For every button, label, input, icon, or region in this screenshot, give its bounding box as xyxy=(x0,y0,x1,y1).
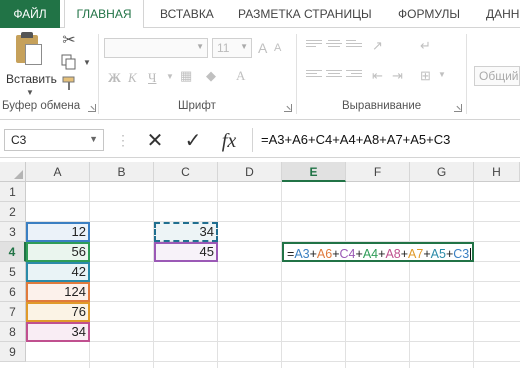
chevron-down-icon: ▼ xyxy=(26,88,34,97)
number-format-select[interactable]: Общий xyxy=(474,66,520,86)
tab-formulas[interactable]: ФОРМУЛЫ xyxy=(398,0,460,28)
row-header-9[interactable]: 9 xyxy=(0,342,26,362)
copy-dropdown-icon[interactable]: ▼ xyxy=(78,54,96,72)
cell-a8[interactable]: 34 xyxy=(26,322,90,342)
chevron-down-icon: ▼ xyxy=(196,42,204,51)
font-color-icon[interactable]: A xyxy=(236,68,245,84)
increase-font-size-button[interactable]: A xyxy=(258,40,267,56)
font-name-select[interactable]: ▼ xyxy=(104,38,208,58)
copy-icon[interactable] xyxy=(60,54,78,72)
increase-indent-icon[interactable]: ⇥ xyxy=(392,68,403,84)
insert-function-button[interactable]: fx xyxy=(214,128,244,152)
enter-icon[interactable]: ✓ xyxy=(178,128,208,152)
cell-c4[interactable]: 45 xyxy=(154,242,218,262)
tab-home[interactable]: ГЛАВНАЯ xyxy=(64,0,144,29)
in-cell-formula: =A3+A6+C4+A4+A8+A7+A5+C3 xyxy=(287,247,470,261)
column-header-f[interactable]: F xyxy=(346,162,410,182)
wrap-text-icon[interactable]: ↵ xyxy=(420,38,431,54)
row-header-1[interactable]: 1 xyxy=(0,182,26,202)
row-header-2[interactable]: 2 xyxy=(0,202,26,222)
formula-token: A3 xyxy=(294,247,310,261)
cancel-icon[interactable]: ✕ xyxy=(140,128,170,152)
formula-bar: C3 ▼ ⋮ ✕ ✓ fx =A3+A6+C4+A4+A8+A7+A5+C3 xyxy=(0,122,520,158)
drag-handle-icon[interactable]: ⋮ xyxy=(116,130,130,150)
column-header-b[interactable]: B xyxy=(90,162,154,182)
chevron-down-icon: ▼ xyxy=(240,42,248,51)
cut-icon[interactable]: ✂ xyxy=(60,32,78,50)
paste-label: Вставить xyxy=(6,72,57,86)
font-launcher-icon[interactable] xyxy=(284,104,292,112)
font-size-select[interactable]: 11 ▼ xyxy=(212,38,252,58)
tab-page-layout[interactable]: РАЗМЕТКА СТРАНИЦЫ xyxy=(238,0,372,28)
formula-token: C3 xyxy=(453,247,470,261)
formula-token: A7 xyxy=(408,247,424,261)
formula-input[interactable]: =A3+A6+C4+A4+A8+A7+A5+C3 xyxy=(252,128,520,152)
italic-button[interactable]: К xyxy=(128,70,137,88)
row-header-8[interactable]: 8 xyxy=(0,322,26,342)
decrease-indent-icon[interactable]: ⇤ xyxy=(372,68,383,84)
column-header-g[interactable]: G xyxy=(410,162,474,182)
group-label-alignment: Выравнивание xyxy=(342,100,422,112)
formula-token: A5 xyxy=(430,247,446,261)
bold-button[interactable]: Ж xyxy=(108,70,121,88)
active-cell-e4-editor[interactable]: =A3+A6+C4+A4+A8+A7+A5+C3 xyxy=(282,242,474,262)
formula-token: A6 xyxy=(316,247,333,261)
chevron-down-icon[interactable]: ▼ xyxy=(438,70,446,79)
formula-token: A4 xyxy=(362,247,379,261)
worksheet-grid[interactable]: A B C D E F G H 1 2 3 4 5 6 7 8 9 12 56 … xyxy=(0,162,520,368)
ribbon-tab-bar: ФАЙЛ ГЛАВНАЯ ВСТАВКА РАЗМЕТКА СТРАНИЦЫ Ф… xyxy=(0,0,520,29)
align-bottom-icon[interactable] xyxy=(346,40,362,52)
row-header-3[interactable]: 3 xyxy=(0,222,26,242)
column-header-h[interactable]: H xyxy=(474,162,520,182)
alignment-launcher-icon[interactable] xyxy=(454,104,462,112)
formula-token: A8 xyxy=(385,247,401,261)
align-right-icon[interactable] xyxy=(346,70,362,82)
clipboard-launcher-icon[interactable] xyxy=(88,104,96,112)
formula-token: C4 xyxy=(339,247,356,261)
formula-token: + xyxy=(309,247,317,261)
tab-data[interactable]: ДАНН xyxy=(486,0,519,28)
tab-file[interactable]: ФАЙЛ xyxy=(0,0,60,28)
borders-icon[interactable]: ▦ xyxy=(180,68,192,84)
cell-a5[interactable]: 42 xyxy=(26,262,90,282)
align-middle-icon[interactable] xyxy=(326,40,342,52)
merge-cells-icon[interactable]: ⊞ xyxy=(420,68,431,84)
align-top-icon[interactable] xyxy=(306,40,322,52)
row-header-5[interactable]: 5 xyxy=(0,262,26,282)
group-label-clipboard: Буфер обмена xyxy=(2,100,81,112)
chevron-down-icon[interactable]: ▼ xyxy=(166,72,174,81)
group-label-font: Шрифт xyxy=(178,100,216,112)
formula-token: + xyxy=(355,247,363,261)
align-left-icon[interactable] xyxy=(306,70,322,82)
cell-a4[interactable]: 56 xyxy=(26,242,90,262)
fill-color-icon[interactable]: ◆ xyxy=(206,68,216,84)
cell-a6[interactable]: 124 xyxy=(26,282,90,302)
row-header-4[interactable]: 4 xyxy=(0,242,26,262)
select-all-button[interactable] xyxy=(0,162,26,182)
ribbon-home: Вставить ▼ ✂ ▼ Буфер обмена ▼ 11 ▼ A A Ж … xyxy=(0,28,520,120)
name-box[interactable]: C3 ▼ xyxy=(4,129,104,151)
cell-c3[interactable]: 34 xyxy=(154,222,218,242)
column-header-c[interactable]: C xyxy=(154,162,218,182)
text-cursor xyxy=(470,247,472,260)
row-header-7[interactable]: 7 xyxy=(0,302,26,322)
row-header-6[interactable]: 6 xyxy=(0,282,26,302)
formula-token: + xyxy=(423,247,431,261)
chevron-down-icon: ▼ xyxy=(89,134,98,144)
tab-insert[interactable]: ВСТАВКА xyxy=(160,0,214,28)
column-header-d[interactable]: D xyxy=(218,162,282,182)
column-header-e[interactable]: E xyxy=(282,162,346,182)
paste-button[interactable]: Вставить ▼ xyxy=(4,32,57,97)
underline-button[interactable]: Ч xyxy=(148,70,156,88)
column-header-a[interactable]: A xyxy=(26,162,90,182)
cell-a7[interactable]: 76 xyxy=(26,302,90,322)
orientation-icon[interactable]: ↗ xyxy=(372,38,383,54)
formula-token: + xyxy=(332,247,340,261)
align-center-icon[interactable] xyxy=(326,70,342,82)
formula-token: + xyxy=(400,247,409,261)
decrease-font-size-button[interactable]: A xyxy=(274,42,281,54)
format-painter-icon[interactable] xyxy=(60,76,78,94)
cell-a3[interactable]: 12 xyxy=(26,222,90,242)
